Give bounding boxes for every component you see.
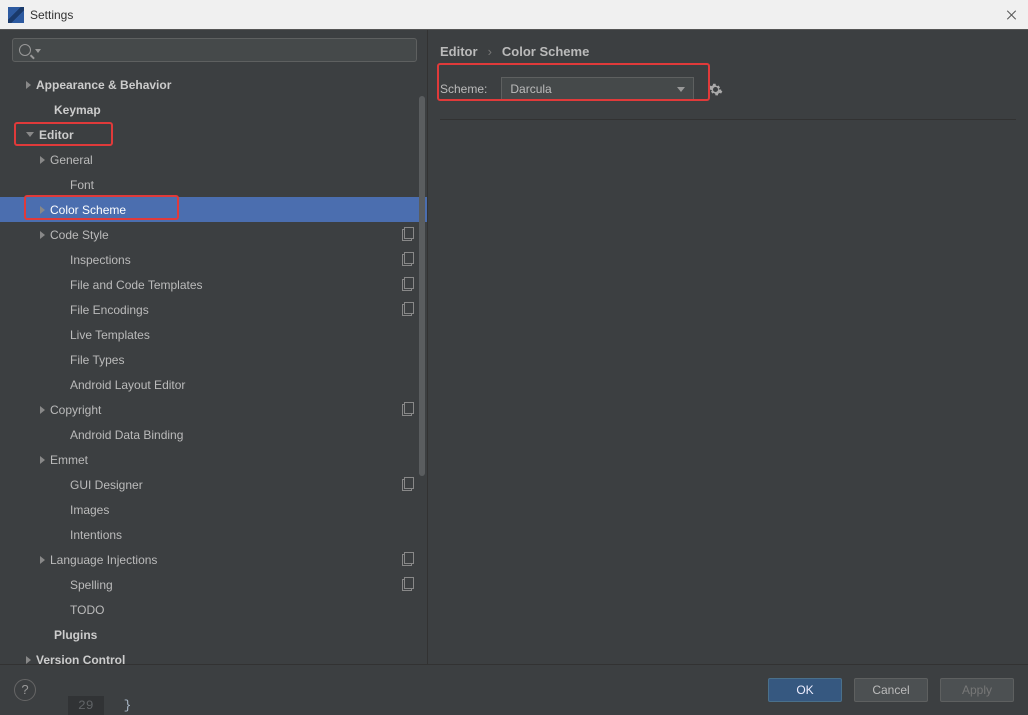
tree-item-label: File and Code Templates [70, 278, 395, 292]
tree-item[interactable]: File and Code Templates [0, 272, 427, 297]
profile-overlay-icon [401, 228, 413, 241]
chevron-right-icon [40, 406, 45, 414]
app-icon [8, 7, 24, 23]
chevron-right-icon [40, 456, 45, 464]
tree-item[interactable]: Android Layout Editor [0, 372, 427, 397]
profile-overlay-icon [401, 553, 413, 566]
tree-item[interactable]: Editor [0, 122, 427, 147]
tree-item-label: File Types [70, 353, 413, 367]
settings-sidebar: Appearance & Behavior Keymap Editor General… [0, 30, 428, 664]
tree-item-label: File Encodings [70, 303, 395, 317]
dialog-body: Appearance & Behavior Keymap Editor General… [0, 30, 1028, 664]
breadcrumb-editor[interactable]: Editor [440, 44, 478, 59]
scheme-value: Darcula [510, 82, 677, 96]
tree-item-label: Inspections [70, 253, 395, 267]
tree-item[interactable]: Color Scheme [0, 197, 427, 222]
tree-item-label: Code Style [50, 228, 395, 242]
tree-item[interactable]: File Types [0, 347, 427, 372]
tree-item-label: Live Templates [70, 328, 413, 342]
code-brace: } [124, 698, 132, 713]
tree-item-label: Copyright [50, 403, 395, 417]
chevron-down-icon [26, 132, 34, 137]
chevron-down-icon [35, 49, 41, 53]
tree-item[interactable]: Android Data Binding [0, 422, 427, 447]
chevron-right-icon [40, 556, 45, 564]
tree-item[interactable]: TODO [0, 597, 427, 622]
scrollbar[interactable] [417, 66, 427, 664]
profile-overlay-icon [401, 478, 413, 491]
gear-icon[interactable] [708, 82, 723, 97]
tree-item-label: Font [70, 178, 413, 192]
cancel-button[interactable]: Cancel [854, 678, 928, 702]
chevron-down-icon [677, 87, 685, 92]
apply-button[interactable]: Apply [940, 678, 1014, 702]
tree-item-label: Color Scheme [50, 203, 413, 217]
tree-item[interactable]: Images [0, 497, 427, 522]
tree-item-label: TODO [70, 603, 413, 617]
tree-item-label: Images [70, 503, 413, 517]
tree-item-label: Spelling [70, 578, 395, 592]
profile-overlay-icon [401, 253, 413, 266]
search-icon [19, 44, 31, 56]
tree-item[interactable]: Appearance & Behavior [0, 72, 427, 97]
tree-item-label: Version Control [36, 653, 413, 665]
profile-overlay-icon [401, 578, 413, 591]
tree-item-label: Android Data Binding [70, 428, 413, 442]
chevron-right-icon [26, 81, 31, 89]
chevron-right-icon [40, 156, 45, 164]
tree-item[interactable]: Copyright [0, 397, 427, 422]
chevron-right-icon [40, 206, 45, 214]
tree-item[interactable]: General [0, 147, 427, 172]
tree-item[interactable]: GUI Designer [0, 472, 427, 497]
scheme-combobox[interactable]: Darcula [501, 77, 694, 101]
tree-item-label: Appearance & Behavior [36, 78, 413, 92]
settings-main: Editor › Color Scheme Scheme: Darcula [428, 30, 1028, 664]
help-button[interactable]: ? [14, 679, 36, 701]
tree-item-label: Emmet [50, 453, 413, 467]
breadcrumb-separator: › [488, 44, 492, 59]
dialog-footer: ? OK Cancel Apply [0, 664, 1028, 714]
ok-button[interactable]: OK [768, 678, 842, 702]
tree-item-label: Intentions [70, 528, 413, 542]
settings-tree[interactable]: Appearance & Behavior Keymap Editor General… [0, 66, 427, 664]
divider [440, 119, 1016, 120]
breadcrumb-color-scheme: Color Scheme [502, 44, 589, 59]
chevron-right-icon [26, 656, 31, 664]
tree-item[interactable]: Font [0, 172, 427, 197]
editor-peek: 29 } [68, 696, 131, 715]
tree-item[interactable]: File Encodings [0, 297, 427, 322]
tree-item-label: Keymap [54, 103, 413, 117]
tree-item[interactable]: Code Style [0, 222, 427, 247]
profile-overlay-icon [401, 278, 413, 291]
tree-item[interactable]: Emmet [0, 447, 427, 472]
chevron-right-icon [40, 231, 45, 239]
tree-item[interactable]: Keymap [0, 97, 427, 122]
search-input[interactable] [12, 38, 417, 62]
titlebar: Settings [0, 0, 1028, 30]
tree-item[interactable]: Spelling [0, 572, 427, 597]
breadcrumb: Editor › Color Scheme [440, 44, 1016, 59]
tree-item-label: Language Injections [50, 553, 395, 567]
line-number: 29 [68, 696, 104, 715]
profile-overlay-icon [401, 403, 413, 416]
tree-item-label: GUI Designer [70, 478, 395, 492]
close-icon[interactable] [1004, 7, 1020, 23]
window-title: Settings [30, 8, 73, 22]
tree-item-label: Android Layout Editor [70, 378, 413, 392]
tree-item[interactable]: Live Templates [0, 322, 427, 347]
tree-item[interactable]: Language Injections [0, 547, 427, 572]
scrollbar-thumb[interactable] [419, 96, 425, 476]
tree-item-label: General [50, 153, 413, 167]
tree-item[interactable]: Intentions [0, 522, 427, 547]
tree-item[interactable]: Inspections [0, 247, 427, 272]
tree-item[interactable]: Version Control [0, 647, 427, 664]
scheme-label: Scheme: [440, 82, 487, 96]
profile-overlay-icon [401, 303, 413, 316]
tree-item[interactable]: Plugins [0, 622, 427, 647]
tree-item-label: Editor [39, 128, 413, 142]
tree-item-label: Plugins [54, 628, 413, 642]
